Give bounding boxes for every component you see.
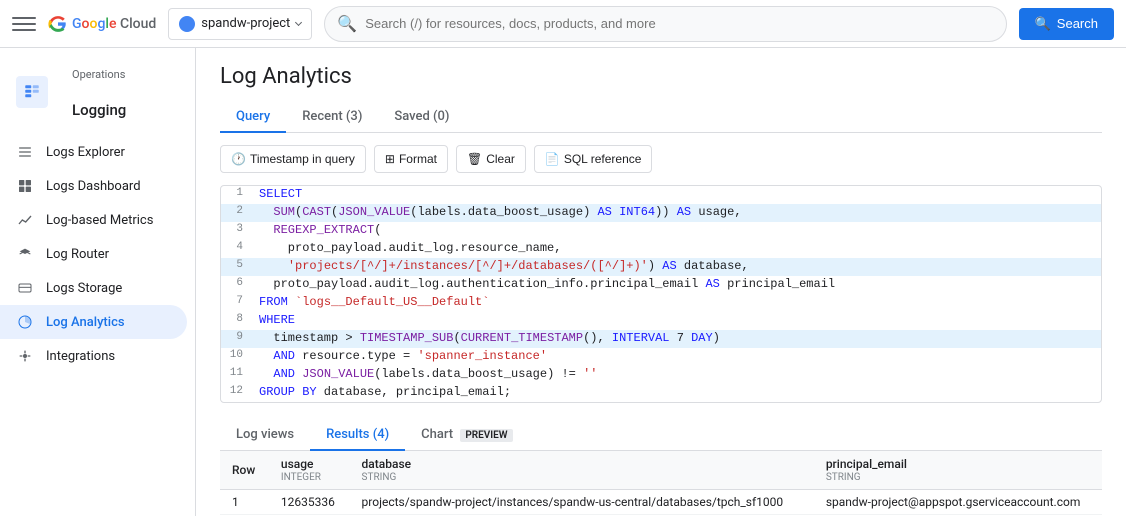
list-icon (16, 143, 34, 161)
table-row: 1 12635336 projects/spandw-project/insta… (220, 490, 1102, 515)
project-icon (179, 16, 195, 32)
sidebar-item-log-analytics[interactable]: Log Analytics (0, 305, 187, 339)
project-selector[interactable]: spandw-project (168, 8, 312, 40)
query-tabs: Query Recent (3) Saved (0) (220, 101, 1102, 133)
sql-line-11: 11 AND JSON_VALUE(labels.data_boost_usag… (221, 366, 1101, 384)
sql-line-7: 7FROM `logs__Default_US__Default` (221, 294, 1101, 312)
col-header-usage: usage INTEGER (269, 451, 350, 490)
sidebar-item-label: Log Analytics (46, 315, 125, 330)
cell-database: projects/spandw-project/instances/spandw… (350, 490, 814, 515)
analytics-icon (16, 313, 34, 331)
sidebar-header: Operations Logging (0, 48, 195, 135)
logo-text: Google Cloud (72, 16, 156, 32)
format-icon: ⊞ (385, 152, 395, 166)
sql-line-8: 8WHERE (221, 312, 1101, 330)
topbar: Google Cloud spandw-project 🔍 🔍 Search (0, 0, 1126, 48)
sidebar-item-logs-explorer[interactable]: Logs Explorer (0, 135, 187, 169)
chevron-down-icon (295, 18, 302, 25)
storage-icon (16, 279, 34, 297)
query-toolbar: 🕐 Timestamp in query ⊞ Format 🗑 Clear 📄 … (220, 145, 1102, 173)
col-header-email: principal_email STRING (814, 451, 1102, 490)
cell-email: spandw-project@appspot.gserviceaccount.c… (814, 490, 1102, 515)
sidebar-item-integrations[interactable]: Integrations (0, 339, 187, 373)
menu-icon[interactable] (12, 12, 36, 36)
sidebar-item-label: Log-based Metrics (46, 213, 153, 228)
timestamp-button[interactable]: 🕐 Timestamp in query (220, 145, 366, 173)
search-bar-icon: 🔍 (337, 14, 357, 33)
tab-saved[interactable]: Saved (0) (378, 101, 465, 132)
sql-line-10: 10 AND resource.type = 'spanner_instance… (221, 348, 1101, 366)
search-input[interactable] (365, 16, 993, 31)
format-button[interactable]: ⊞ Format (374, 145, 448, 173)
router-icon (16, 245, 34, 263)
cell-row: 1 (220, 490, 269, 515)
sidebar-item-log-router[interactable]: Log Router (0, 237, 187, 271)
sql-line-12: 12GROUP BY database, principal_email; (221, 384, 1101, 402)
clear-icon: 🗑 (467, 152, 482, 166)
cell-usage: 12635336 (269, 490, 350, 515)
sidebar-item-label: Logs Dashboard (46, 179, 141, 194)
sql-line-5: 5 'projects/[^/]+/instances/[^/]+/databa… (221, 258, 1101, 276)
tab-query[interactable]: Query (220, 101, 286, 132)
sql-ref-button[interactable]: 📄 SQL reference (534, 145, 653, 173)
main-layout: Operations Logging Logs Explorer Logs Da… (0, 48, 1126, 516)
col-header-row: Row (220, 451, 269, 490)
results-tab-chart[interactable]: Chart PREVIEW (405, 419, 528, 450)
search-button[interactable]: 🔍 Search (1019, 8, 1114, 40)
sql-line-2: 2 SUM(CAST(JSON_VALUE(labels.data_boost_… (221, 204, 1101, 222)
sidebar: Operations Logging Logs Explorer Logs Da… (0, 48, 196, 516)
sidebar-item-label: Integrations (46, 349, 115, 364)
content-area: Log Analytics Query Recent (3) Saved (0)… (196, 48, 1126, 516)
results-tabs: Log views Results (4) Chart PREVIEW (220, 419, 1102, 451)
search-icon: 🔍 (1035, 16, 1051, 32)
sql-icon: 📄 (545, 152, 560, 166)
sql-line-9: 9 timestamp > TIMESTAMP_SUB(CURRENT_TIME… (221, 330, 1101, 348)
sql-line-4: 4 proto_payload.audit_log.resource_name, (221, 240, 1101, 258)
google-cloud-logo: Google Cloud (48, 14, 156, 34)
results-table: Row usage INTEGER database STRING princi… (220, 451, 1102, 516)
search-bar: 🔍 (324, 6, 1006, 42)
sidebar-item-logs-dashboard[interactable]: Logs Dashboard (0, 169, 187, 203)
logging-label: Logging (56, 89, 142, 127)
table-header-row: Row usage INTEGER database STRING princi… (220, 451, 1102, 490)
clock-icon: 🕐 (231, 152, 246, 166)
preview-badge: PREVIEW (460, 429, 512, 442)
dashboard-icon (16, 177, 34, 195)
tab-recent[interactable]: Recent (3) (286, 101, 378, 132)
results-tab-results[interactable]: Results (4) (310, 419, 405, 450)
metrics-icon (16, 211, 34, 229)
results-tab-log-views[interactable]: Log views (220, 419, 310, 450)
sidebar-item-label: Logs Explorer (46, 145, 125, 160)
sql-line-6: 6 proto_payload.audit_log.authentication… (221, 276, 1101, 294)
sidebar-item-label: Log Router (46, 247, 109, 262)
col-header-database: database STRING (350, 451, 814, 490)
sidebar-item-logs-storage[interactable]: Logs Storage (0, 271, 187, 305)
clear-button[interactable]: 🗑 Clear (456, 145, 526, 173)
sidebar-item-log-based-metrics[interactable]: Log-based Metrics (0, 203, 187, 237)
operations-label: Operations (56, 56, 142, 89)
sql-line-1: 1SELECT (221, 186, 1101, 204)
project-name: spandw-project (201, 16, 290, 31)
sql-editor[interactable]: 1SELECT 2 SUM(CAST(JSON_VALUE(labels.dat… (220, 185, 1102, 403)
integrations-icon (16, 347, 34, 365)
sidebar-item-label: Logs Storage (46, 281, 122, 296)
logging-icon (16, 76, 48, 108)
sql-line-3: 3 REGEXP_EXTRACT( (221, 222, 1101, 240)
page-title: Log Analytics (220, 64, 1102, 89)
